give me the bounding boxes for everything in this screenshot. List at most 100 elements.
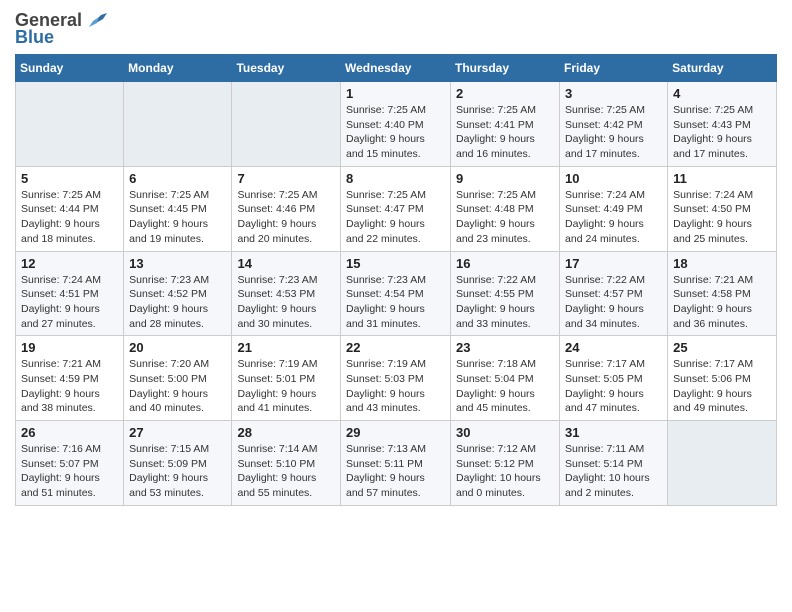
- day-number: 17: [565, 256, 662, 271]
- calendar-cell: 9 Sunrise: 7:25 AM Sunset: 4:48 PM Daylig…: [451, 166, 560, 251]
- day-info: Sunrise: 7:25 AM Sunset: 4:42 PM Dayligh…: [565, 103, 662, 162]
- day-info: Sunrise: 7:19 AM Sunset: 5:03 PM Dayligh…: [346, 357, 445, 416]
- day-number: 12: [21, 256, 118, 271]
- day-info: Sunrise: 7:25 AM Sunset: 4:41 PM Dayligh…: [456, 103, 554, 162]
- weekday-header-thursday: Thursday: [451, 55, 560, 82]
- day-info: Sunrise: 7:25 AM Sunset: 4:46 PM Dayligh…: [237, 188, 335, 247]
- day-info: Sunrise: 7:17 AM Sunset: 5:06 PM Dayligh…: [673, 357, 771, 416]
- calendar-cell: 11 Sunrise: 7:24 AM Sunset: 4:50 PM Dayli…: [668, 166, 777, 251]
- day-info: Sunrise: 7:14 AM Sunset: 5:10 PM Dayligh…: [237, 442, 335, 501]
- day-number: 15: [346, 256, 445, 271]
- main-container: General Blue SundayMondayTuesdayWednesda…: [0, 0, 792, 521]
- day-info: Sunrise: 7:23 AM Sunset: 4:54 PM Dayligh…: [346, 273, 445, 332]
- calendar-cell: 19Sunrise: 7:21 AM Sunset: 4:59 PM Dayli…: [16, 336, 124, 421]
- day-info: Sunrise: 7:25 AM Sunset: 4:44 PM Dayligh…: [21, 188, 118, 247]
- day-number: 2: [456, 86, 554, 101]
- day-info: Sunrise: 7:22 AM Sunset: 4:55 PM Dayligh…: [456, 273, 554, 332]
- day-number: 29: [346, 425, 445, 440]
- day-number: 22: [346, 340, 445, 355]
- calendar-cell: 27Sunrise: 7:15 AM Sunset: 5:09 PM Dayli…: [124, 421, 232, 506]
- weekday-header-sunday: Sunday: [16, 55, 124, 82]
- calendar-cell: 28 Sunrise: 7:14 AM Sunset: 5:10 PM Dayli…: [232, 421, 341, 506]
- day-number: 7: [237, 171, 335, 186]
- day-number: 6: [129, 171, 226, 186]
- calendar-cell: 2 Sunrise: 7:25 AM Sunset: 4:41 PM Daylig…: [451, 82, 560, 167]
- calendar-cell: 21Sunrise: 7:19 AM Sunset: 5:01 PM Dayli…: [232, 336, 341, 421]
- calendar-cell: 14 Sunrise: 7:23 AM Sunset: 4:53 PM Dayli…: [232, 251, 341, 336]
- calendar-cell: 20 Sunrise: 7:20 AM Sunset: 5:00 PM Dayli…: [124, 336, 232, 421]
- calendar-cell: 22 Sunrise: 7:19 AM Sunset: 5:03 PM Dayli…: [341, 336, 451, 421]
- calendar-cell: 12Sunrise: 7:24 AM Sunset: 4:51 PM Dayli…: [16, 251, 124, 336]
- day-number: 25: [673, 340, 771, 355]
- calendar-cell: 1Sunrise: 7:25 AM Sunset: 4:40 PM Daylig…: [341, 82, 451, 167]
- weekday-header-row: SundayMondayTuesdayWednesdayThursdayFrid…: [16, 55, 777, 82]
- calendar-week-row: 19Sunrise: 7:21 AM Sunset: 4:59 PM Dayli…: [16, 336, 777, 421]
- calendar-cell: 18 Sunrise: 7:21 AM Sunset: 4:58 PM Dayli…: [668, 251, 777, 336]
- day-number: 21: [237, 340, 335, 355]
- day-number: 13: [129, 256, 226, 271]
- day-info: Sunrise: 7:20 AM Sunset: 5:00 PM Dayligh…: [129, 357, 226, 416]
- day-number: 18: [673, 256, 771, 271]
- day-number: 16: [456, 256, 554, 271]
- day-info: Sunrise: 7:12 AM Sunset: 5:12 PM Dayligh…: [456, 442, 554, 501]
- day-number: 20: [129, 340, 226, 355]
- day-number: 8: [346, 171, 445, 186]
- weekday-header-tuesday: Tuesday: [232, 55, 341, 82]
- calendar-cell: 8 Sunrise: 7:25 AM Sunset: 4:47 PM Daylig…: [341, 166, 451, 251]
- calendar-cell: 3 Sunrise: 7:25 AM Sunset: 4:42 PM Daylig…: [560, 82, 668, 167]
- day-number: 23: [456, 340, 554, 355]
- day-info: Sunrise: 7:18 AM Sunset: 5:04 PM Dayligh…: [456, 357, 554, 416]
- calendar-cell: 29 Sunrise: 7:13 AM Sunset: 5:11 PM Dayli…: [341, 421, 451, 506]
- day-info: Sunrise: 7:25 AM Sunset: 4:48 PM Dayligh…: [456, 188, 554, 247]
- calendar-cell: [124, 82, 232, 167]
- logo-blue-text: Blue: [15, 27, 54, 48]
- day-info: Sunrise: 7:25 AM Sunset: 4:47 PM Dayligh…: [346, 188, 445, 247]
- calendar-cell: 5 Sunrise: 7:25 AM Sunset: 4:44 PM Daylig…: [16, 166, 124, 251]
- weekday-header-friday: Friday: [560, 55, 668, 82]
- calendar-cell: 30 Sunrise: 7:12 AM Sunset: 5:12 PM Dayli…: [451, 421, 560, 506]
- calendar-cell: 10Sunrise: 7:24 AM Sunset: 4:49 PM Dayli…: [560, 166, 668, 251]
- logo: General Blue: [15, 10, 107, 48]
- day-info: Sunrise: 7:23 AM Sunset: 4:52 PM Dayligh…: [129, 273, 226, 332]
- day-number: 9: [456, 171, 554, 186]
- day-number: 4: [673, 86, 771, 101]
- calendar-cell: 15 Sunrise: 7:23 AM Sunset: 4:54 PM Dayli…: [341, 251, 451, 336]
- calendar-cell: 7 Sunrise: 7:25 AM Sunset: 4:46 PM Daylig…: [232, 166, 341, 251]
- calendar-week-row: 12Sunrise: 7:24 AM Sunset: 4:51 PM Dayli…: [16, 251, 777, 336]
- day-info: Sunrise: 7:24 AM Sunset: 4:50 PM Dayligh…: [673, 188, 771, 247]
- day-number: 11: [673, 171, 771, 186]
- header: General Blue: [15, 10, 777, 48]
- day-number: 10: [565, 171, 662, 186]
- weekday-header-monday: Monday: [124, 55, 232, 82]
- day-info: Sunrise: 7:13 AM Sunset: 5:11 PM Dayligh…: [346, 442, 445, 501]
- calendar-cell: [16, 82, 124, 167]
- day-number: 14: [237, 256, 335, 271]
- day-info: Sunrise: 7:25 AM Sunset: 4:45 PM Dayligh…: [129, 188, 226, 247]
- calendar-cell: 6 Sunrise: 7:25 AM Sunset: 4:45 PM Daylig…: [124, 166, 232, 251]
- day-number: 27: [129, 425, 226, 440]
- day-number: 3: [565, 86, 662, 101]
- day-info: Sunrise: 7:16 AM Sunset: 5:07 PM Dayligh…: [21, 442, 118, 501]
- calendar-cell: [668, 421, 777, 506]
- calendar-cell: 31Sunrise: 7:11 AM Sunset: 5:14 PM Dayli…: [560, 421, 668, 506]
- day-info: Sunrise: 7:23 AM Sunset: 4:53 PM Dayligh…: [237, 273, 335, 332]
- day-info: Sunrise: 7:25 AM Sunset: 4:43 PM Dayligh…: [673, 103, 771, 162]
- calendar-cell: 26 Sunrise: 7:16 AM Sunset: 5:07 PM Dayli…: [16, 421, 124, 506]
- day-number: 28: [237, 425, 335, 440]
- calendar-cell: 4 Sunrise: 7:25 AM Sunset: 4:43 PM Daylig…: [668, 82, 777, 167]
- day-number: 30: [456, 425, 554, 440]
- calendar-cell: 17 Sunrise: 7:22 AM Sunset: 4:57 PM Dayli…: [560, 251, 668, 336]
- day-number: 26: [21, 425, 118, 440]
- logo-icon: [85, 9, 107, 31]
- day-info: Sunrise: 7:21 AM Sunset: 4:58 PM Dayligh…: [673, 273, 771, 332]
- day-number: 5: [21, 171, 118, 186]
- calendar-cell: 25 Sunrise: 7:17 AM Sunset: 5:06 PM Dayli…: [668, 336, 777, 421]
- day-number: 24: [565, 340, 662, 355]
- weekday-header-saturday: Saturday: [668, 55, 777, 82]
- calendar-cell: [232, 82, 341, 167]
- day-info: Sunrise: 7:21 AM Sunset: 4:59 PM Dayligh…: [21, 357, 118, 416]
- day-number: 1: [346, 86, 445, 101]
- day-info: Sunrise: 7:22 AM Sunset: 4:57 PM Dayligh…: [565, 273, 662, 332]
- weekday-header-wednesday: Wednesday: [341, 55, 451, 82]
- calendar-cell: 13 Sunrise: 7:23 AM Sunset: 4:52 PM Dayli…: [124, 251, 232, 336]
